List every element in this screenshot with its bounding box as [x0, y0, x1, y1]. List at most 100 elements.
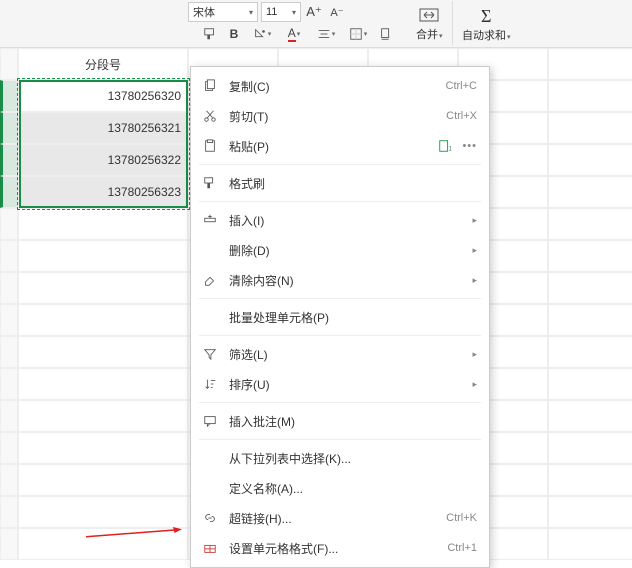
ctx-insert[interactable]: 插入(I) ▸ [191, 205, 489, 235]
separator [199, 335, 481, 336]
ctx-label: 格式刷 [229, 175, 477, 192]
data-cell[interactable]: 13780256322 [18, 144, 188, 176]
row-gutter [0, 400, 18, 432]
outdent-button[interactable] [376, 24, 396, 44]
data-cell[interactable] [18, 432, 188, 464]
ctx-paste[interactable]: 粘贴(P) 12 ••• [191, 131, 489, 161]
ctx-shortcut: Ctrl+X [446, 110, 477, 122]
borders-button[interactable]: ▾ [344, 24, 372, 44]
data-cell[interactable]: 13780256323 [18, 176, 188, 208]
format-cells-icon [201, 541, 219, 555]
row-gutter [0, 304, 18, 336]
autosum-label: 自动求和 [462, 30, 506, 42]
empty-cell[interactable] [548, 112, 632, 144]
empty-cell[interactable] [548, 368, 632, 400]
data-cell[interactable] [18, 240, 188, 272]
chevron-right-icon: ▸ [472, 275, 477, 286]
fill-color-button[interactable]: ▾ [248, 24, 276, 44]
ctx-clear[interactable]: 清除内容(N) ▸ [191, 265, 489, 295]
empty-cell[interactable] [548, 496, 632, 528]
empty-cell[interactable] [548, 400, 632, 432]
row-gutter [0, 464, 18, 496]
empty-cell[interactable] [548, 176, 632, 208]
row-gutter [0, 368, 18, 400]
comment-icon [201, 414, 219, 428]
data-cell[interactable] [18, 336, 188, 368]
link-icon [201, 511, 219, 525]
ctx-shortcut: Ctrl+1 [447, 542, 477, 554]
autosum-dropdown[interactable]: Σ 自动求和▾ [456, 1, 517, 47]
format-painter-button[interactable] [200, 24, 220, 44]
increase-font-button[interactable]: A⁺ [304, 2, 324, 22]
header-cell[interactable]: 分段号 [18, 48, 188, 80]
font-size-value: 11 [266, 6, 277, 18]
row-gutter [0, 336, 18, 368]
font-size-select[interactable]: 11 ▾ [261, 2, 301, 22]
ctx-batch[interactable]: 批量处理单元格(P) [191, 302, 489, 332]
ctx-label: 设置单元格格式(F)... [229, 540, 447, 557]
ctx-dropdown-select[interactable]: 从下拉列表中选择(K)... [191, 443, 489, 473]
ctx-delete[interactable]: 删除(D) ▸ [191, 235, 489, 265]
ctx-sort[interactable]: 排序(U) ▸ [191, 369, 489, 399]
data-cell[interactable] [18, 400, 188, 432]
toolbar: 宋体 ▾ 11 ▾ A⁺ A⁻ B ▾ A▾ ▾ ▾ 合并▾ [0, 0, 632, 48]
data-cell[interactable] [18, 368, 188, 400]
merge-dropdown[interactable]: 合并▾ [410, 1, 449, 47]
bold-button[interactable]: B [224, 24, 244, 44]
data-cell[interactable] [18, 208, 188, 240]
empty-cell[interactable] [548, 464, 632, 496]
separator [199, 439, 481, 440]
empty-cell[interactable] [548, 48, 632, 80]
chevron-right-icon: ▸ [472, 349, 477, 360]
sort-icon [201, 377, 219, 391]
font-name-select[interactable]: 宋体 ▾ [188, 2, 258, 22]
chevron-right-icon: ▸ [472, 379, 477, 390]
align-button[interactable]: ▾ [312, 24, 340, 44]
font-name-value: 宋体 [193, 4, 215, 20]
ctx-label: 超链接(H)... [229, 510, 446, 527]
ctx-hyperlink[interactable]: 超链接(H)... Ctrl+K [191, 503, 489, 533]
ctx-label: 插入批注(M) [229, 413, 477, 430]
empty-cell[interactable] [548, 432, 632, 464]
more-icon[interactable]: ••• [462, 140, 477, 152]
ctx-copy[interactable]: 复制(C) Ctrl+C [191, 71, 489, 101]
separator [199, 201, 481, 202]
ctx-label: 插入(I) [229, 212, 464, 229]
paste-special-icon[interactable]: 12 [438, 139, 452, 153]
row-gutter [0, 272, 18, 304]
decrease-font-button[interactable]: A⁻ [327, 2, 347, 22]
row-gutter [0, 48, 18, 80]
data-cell[interactable] [18, 304, 188, 336]
format-painter-icon [201, 176, 219, 190]
ctx-cut[interactable]: 剪切(T) Ctrl+X [191, 101, 489, 131]
merge-label: 合并 [416, 29, 438, 41]
ctx-label: 删除(D) [229, 242, 464, 259]
empty-cell[interactable] [548, 336, 632, 368]
data-cell[interactable] [18, 464, 188, 496]
empty-cell[interactable] [548, 240, 632, 272]
data-cell[interactable] [18, 496, 188, 528]
ctx-define-name[interactable]: 定义名称(A)... [191, 473, 489, 503]
row-gutter [0, 528, 18, 560]
ctx-comment[interactable]: 插入批注(M) [191, 406, 489, 436]
insert-icon [201, 213, 219, 227]
empty-cell[interactable] [548, 144, 632, 176]
row-gutter [0, 144, 18, 176]
ctx-format-painter[interactable]: 格式刷 [191, 168, 489, 198]
data-cell[interactable] [18, 272, 188, 304]
data-cell[interactable]: 13780256320 [18, 80, 188, 112]
empty-cell[interactable] [548, 304, 632, 336]
chevron-down-icon: ▾ [249, 8, 253, 17]
ctx-label: 粘贴(P) [229, 138, 438, 155]
ctx-label: 定义名称(A)... [229, 480, 477, 497]
ctx-format-cells[interactable]: 设置单元格格式(F)... Ctrl+1 [191, 533, 489, 563]
data-cell[interactable] [18, 528, 188, 560]
empty-cell[interactable] [548, 528, 632, 560]
empty-cell[interactable] [548, 80, 632, 112]
font-color-button[interactable]: A▾ [280, 24, 308, 44]
data-cell[interactable]: 13780256321 [18, 112, 188, 144]
ctx-filter[interactable]: 筛选(L) ▸ [191, 339, 489, 369]
empty-cell[interactable] [548, 208, 632, 240]
chevron-right-icon: ▸ [472, 245, 477, 256]
empty-cell[interactable] [548, 272, 632, 304]
